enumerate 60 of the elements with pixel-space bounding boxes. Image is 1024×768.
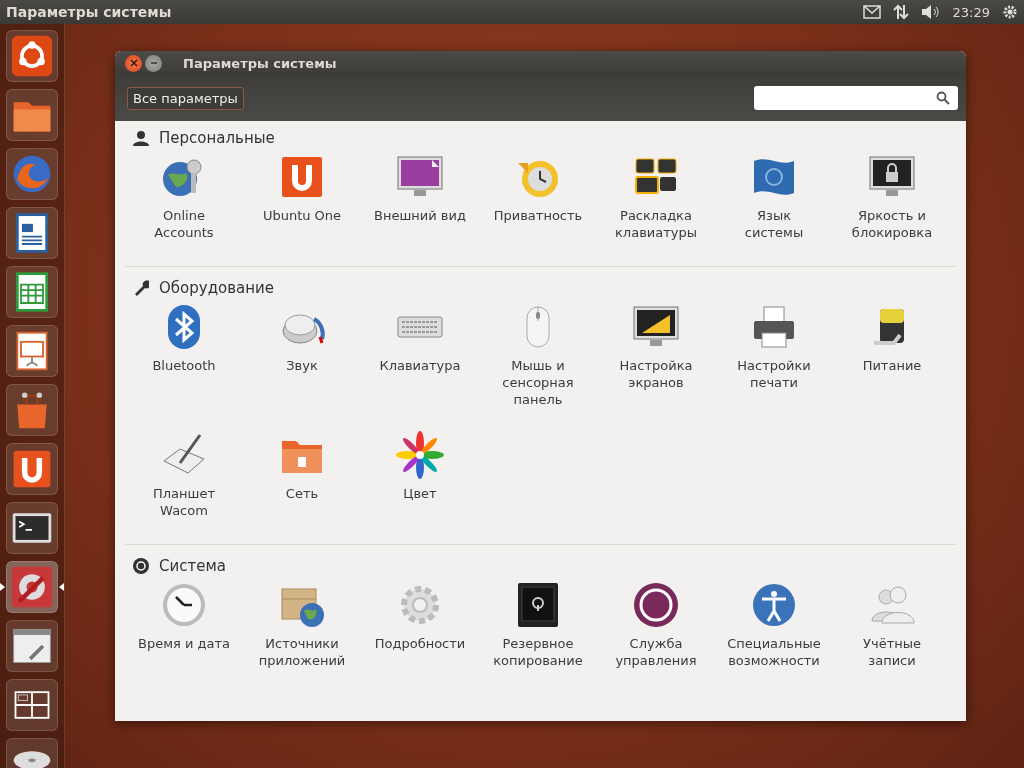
settings-item[interactable]: Время и дата — [125, 581, 243, 686]
settings-item[interactable]: Ubuntu One — [243, 153, 361, 258]
document-icon[interactable] — [6, 207, 58, 259]
ubuntu-logo-icon[interactable] — [6, 30, 58, 82]
section-title: Персональные — [159, 129, 275, 147]
u-logo-icon[interactable] — [6, 443, 58, 495]
settings-item[interactable]: Приватность — [479, 153, 597, 258]
settings-item[interactable]: Планшет Wacom — [125, 431, 243, 536]
all-settings-button[interactable]: Все параметры — [127, 86, 244, 110]
settings-item[interactable]: Bluetooth — [125, 303, 243, 408]
app-title: Параметры системы — [6, 4, 172, 20]
settings-item[interactable]: Цвет — [361, 431, 479, 536]
power-gear-icon[interactable] — [1002, 4, 1018, 20]
settings-item[interactable]: Яркость и блокировка — [833, 153, 951, 258]
settings-item[interactable]: Звук — [243, 303, 361, 408]
window-title: Параметры системы — [183, 55, 337, 71]
search-field[interactable] — [754, 86, 958, 110]
settings-item[interactable]: Настройки печати — [715, 303, 833, 408]
settings-item[interactable]: Служба управления — [597, 581, 715, 686]
accessibility-icon — [750, 581, 798, 629]
clock[interactable]: 23:29 — [952, 4, 990, 20]
settings-item[interactable]: Источники приложений — [243, 581, 361, 686]
spreadsheet-icon[interactable] — [6, 266, 58, 318]
browser-icon[interactable] — [6, 148, 58, 200]
network-icon[interactable] — [892, 4, 909, 20]
volume-icon[interactable] — [920, 4, 941, 20]
clock-icon — [160, 581, 208, 629]
settings-item[interactable]: Клавиатура — [361, 303, 479, 408]
close-icon — [129, 59, 138, 67]
focus-arrow-icon — [59, 583, 64, 591]
settings-item[interactable]: Учётные записи — [833, 581, 951, 686]
color-flower-icon — [396, 431, 444, 479]
ring-icon — [632, 581, 680, 629]
section-title: Оборудование — [159, 279, 274, 297]
terminal-icon[interactable] — [6, 502, 58, 554]
minimize-icon — [149, 59, 158, 67]
folder-icon[interactable] — [6, 89, 58, 141]
minimize-button[interactable] — [145, 54, 162, 72]
window-wrench-icon[interactable] — [6, 620, 58, 672]
settings-item[interactable]: Специальные возможности — [715, 581, 833, 686]
settings-item[interactable]: Настройка экранов — [597, 303, 715, 408]
settings-item[interactable]: Мышь и сенсорная панель — [479, 303, 597, 408]
mail-icon[interactable] — [862, 5, 881, 19]
search-icon — [936, 91, 950, 105]
settings-item[interactable]: Внешний вид — [361, 153, 479, 258]
presentation-icon[interactable] — [6, 325, 58, 377]
person-icon — [133, 130, 149, 146]
settings-item[interactable]: Сеть — [243, 431, 361, 536]
settings-item[interactable]: Язык системы — [715, 153, 833, 258]
ubuntu-logo-icon — [133, 558, 149, 574]
close-button[interactable] — [125, 54, 142, 72]
settings-item[interactable]: Питание — [833, 303, 951, 408]
settings-item[interactable]: Раскладка клавиатуры — [597, 153, 715, 258]
wrench-icon — [133, 280, 149, 296]
settings-item[interactable]: Online Accounts — [125, 153, 243, 258]
workspaces-icon[interactable] — [6, 679, 58, 731]
settings-item[interactable]: Подробности — [361, 581, 479, 686]
shopping-bag-icon[interactable] — [6, 384, 58, 436]
settings-item[interactable]: Резервное копирование — [479, 581, 597, 686]
section-title: Система — [159, 557, 226, 575]
